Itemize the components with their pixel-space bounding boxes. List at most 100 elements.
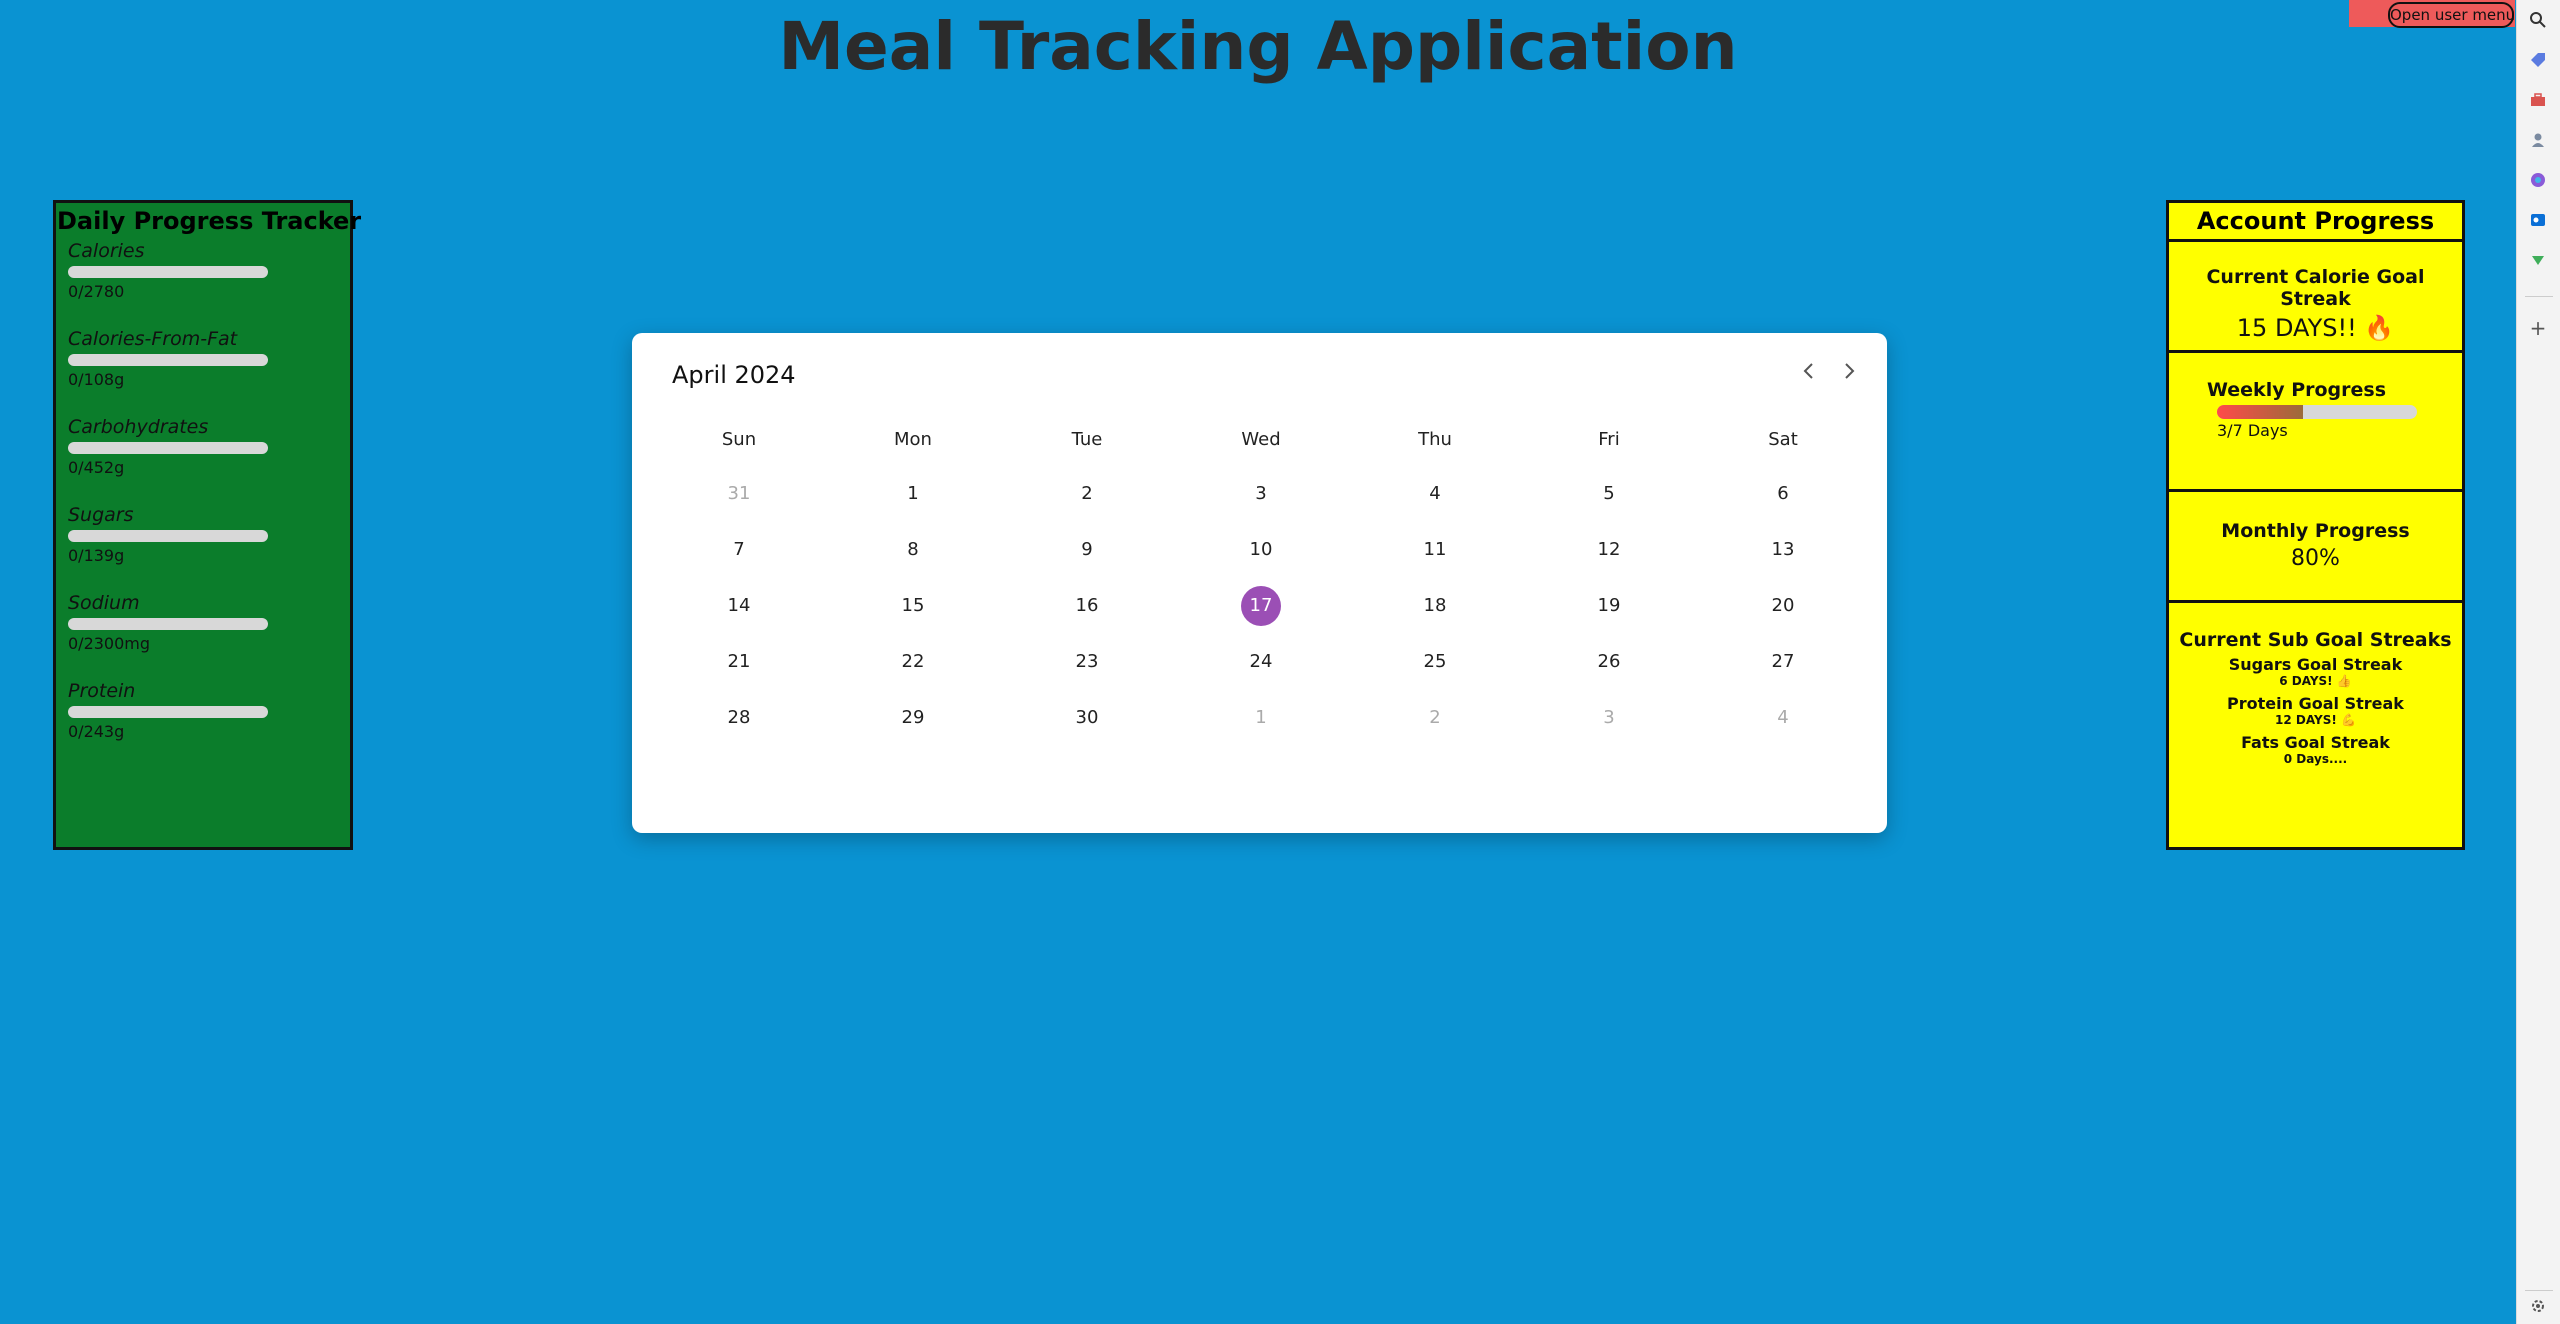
calendar-day[interactable]: 15 bbox=[826, 586, 1000, 626]
nutrient-row: Sodium 0/2300mg bbox=[68, 592, 268, 653]
tag-icon[interactable] bbox=[2528, 51, 2548, 71]
calendar-day-number: 12 bbox=[1597, 539, 1621, 560]
copilot-icon[interactable] bbox=[2528, 171, 2548, 191]
calendar-day[interactable]: 1 bbox=[1174, 698, 1348, 738]
calendar-day[interactable]: 20 bbox=[1696, 586, 1870, 626]
calendar-day[interactable]: 13 bbox=[1696, 530, 1870, 570]
nutrient-row: Calories 0/2780 bbox=[68, 240, 268, 301]
calendar-day[interactable]: 2 bbox=[1000, 474, 1174, 514]
weekday-header: Fri bbox=[1598, 429, 1620, 450]
chevron-left-icon[interactable] bbox=[1798, 361, 1820, 383]
calendar-day-number: 28 bbox=[727, 707, 751, 728]
calendar-day-number: 2 bbox=[1081, 483, 1093, 504]
calendar-day[interactable]: 28 bbox=[652, 698, 826, 738]
chevron-right-icon[interactable] bbox=[1838, 361, 1860, 383]
nutrient-label: Protein bbox=[68, 680, 136, 702]
calendar-day-number: 5 bbox=[1603, 483, 1615, 504]
calendar-day[interactable]: 4 bbox=[1696, 698, 1870, 738]
calendar-day-number: 24 bbox=[1249, 651, 1273, 672]
calendar-day[interactable]: 10 bbox=[1174, 530, 1348, 570]
calendar-day-number: 19 bbox=[1597, 595, 1621, 616]
calendar-day[interactable]: 21 bbox=[652, 642, 826, 682]
nutrient-label: Carbohydrates bbox=[68, 416, 209, 438]
calendar-day-number: 22 bbox=[901, 651, 925, 672]
nutrient-progress-bar bbox=[68, 618, 268, 630]
sub-goal-streak-name: Protein Goal Streak bbox=[2227, 694, 2404, 713]
calendar-day[interactable]: 30 bbox=[1000, 698, 1174, 738]
calendar-day[interactable]: 2 bbox=[1348, 698, 1522, 738]
calendar-day[interactable]: 29 bbox=[826, 698, 1000, 738]
weekday-header: Tue bbox=[1071, 429, 1103, 450]
nutrient-progress-bar bbox=[68, 266, 268, 278]
calendar-day-number: 14 bbox=[727, 595, 751, 616]
calendar-day-number: 13 bbox=[1771, 539, 1795, 560]
calendar-day[interactable]: 9 bbox=[1000, 530, 1174, 570]
drive-icon[interactable] bbox=[2528, 251, 2548, 271]
calendar-day[interactable]: 16 bbox=[1000, 586, 1174, 626]
calendar-day-number: 6 bbox=[1777, 483, 1789, 504]
calendar-day[interactable]: 22 bbox=[826, 642, 1000, 682]
calendar-day-number: 1 bbox=[1255, 707, 1267, 728]
settings-icon[interactable] bbox=[2528, 1298, 2548, 1318]
sub-goal-streak-name: Sugars Goal Streak bbox=[2228, 655, 2403, 674]
calendar-day-number: 1 bbox=[907, 483, 919, 504]
calendar-day-number: 23 bbox=[1075, 651, 1099, 672]
weekly-progress-fill bbox=[2217, 405, 2303, 419]
open-user-menu-button[interactable]: Open user menu bbox=[2388, 2, 2515, 28]
people-icon[interactable] bbox=[2528, 131, 2548, 151]
monthly-progress-section: Monthly Progress 80% bbox=[2169, 492, 2462, 603]
search-icon[interactable] bbox=[2528, 11, 2548, 31]
calendar-day[interactable]: 11 bbox=[1348, 530, 1522, 570]
calendar-day-number: 10 bbox=[1249, 539, 1273, 560]
calendar-day[interactable]: 25 bbox=[1348, 642, 1522, 682]
nutrient-row: Carbohydrates 0/452g bbox=[68, 416, 268, 477]
nutrient-value: 0/243g bbox=[68, 722, 125, 741]
calendar-day[interactable]: 4 bbox=[1348, 474, 1522, 514]
nutrient-progress-bar bbox=[68, 354, 268, 366]
weekly-progress-value: 3/7 Days bbox=[2217, 421, 2288, 440]
calendar-day-number: 7 bbox=[733, 539, 745, 560]
sub-goal-streak-name: Fats Goal Streak bbox=[2241, 733, 2390, 752]
nutrient-row: Calories-From-Fat 0/108g bbox=[68, 328, 268, 389]
calendar-day[interactable]: 1 bbox=[826, 474, 1000, 514]
nutrient-value: 0/108g bbox=[68, 370, 125, 389]
calendar-month-label: April 2024 bbox=[672, 361, 796, 389]
weekday-header: Sun bbox=[721, 429, 757, 450]
calendar-day[interactable]: 23 bbox=[1000, 642, 1174, 682]
calendar-day[interactable]: 12 bbox=[1522, 530, 1696, 570]
browser-side-toolbar: + bbox=[2516, 0, 2560, 1324]
account-progress-title: Account Progress bbox=[2169, 203, 2462, 242]
toolbox-icon[interactable] bbox=[2528, 91, 2548, 111]
calendar-day-number: 30 bbox=[1075, 707, 1099, 728]
calendar-day-number: 8 bbox=[907, 539, 919, 560]
add-icon[interactable]: + bbox=[2528, 318, 2548, 338]
calendar-day[interactable]: 8 bbox=[826, 530, 1000, 570]
sub-goal-streaks-heading: Current Sub Goal Streaks bbox=[2179, 629, 2452, 651]
calendar-day[interactable]: 3 bbox=[1174, 474, 1348, 514]
calendar-day-number: 2 bbox=[1429, 707, 1441, 728]
nutrient-value: 0/452g bbox=[68, 458, 125, 477]
account-progress-panel: Account Progress Current Calorie Goal St… bbox=[2166, 200, 2465, 850]
calendar-day[interactable]: 7 bbox=[652, 530, 826, 570]
calendar-day-selected[interactable]: 17 bbox=[1174, 586, 1348, 626]
nutrient-label: Sugars bbox=[68, 504, 134, 526]
calorie-streak-value: 15 DAYS!! 🔥 bbox=[2236, 314, 2395, 342]
calendar-day[interactable]: 24 bbox=[1174, 642, 1348, 682]
outlook-icon[interactable] bbox=[2528, 211, 2548, 231]
app-title: Meal Tracking Application bbox=[778, 8, 1738, 85]
calendar-day[interactable]: 5 bbox=[1522, 474, 1696, 514]
calendar-day[interactable]: 27 bbox=[1696, 642, 1870, 682]
calendar-day-number: 18 bbox=[1423, 595, 1447, 616]
calendar-day[interactable]: 3 bbox=[1522, 698, 1696, 738]
calendar-day-number: 26 bbox=[1597, 651, 1621, 672]
calendar-day[interactable]: 18 bbox=[1348, 586, 1522, 626]
toolbar-divider bbox=[2525, 1290, 2553, 1291]
calendar-day[interactable]: 19 bbox=[1522, 586, 1696, 626]
weekly-progress-section: Weekly Progress 3/7 Days bbox=[2169, 353, 2462, 492]
calendar-day[interactable]: 26 bbox=[1522, 642, 1696, 682]
calendar-day[interactable]: 31 bbox=[652, 474, 826, 514]
calendar-day[interactable]: 6 bbox=[1696, 474, 1870, 514]
daily-progress-panel: Daily Progress Tracker Calories 0/2780 Cal… bbox=[53, 200, 361, 850]
calendar-day[interactable]: 14 bbox=[652, 586, 826, 626]
calendar-day-number: 25 bbox=[1423, 651, 1447, 672]
